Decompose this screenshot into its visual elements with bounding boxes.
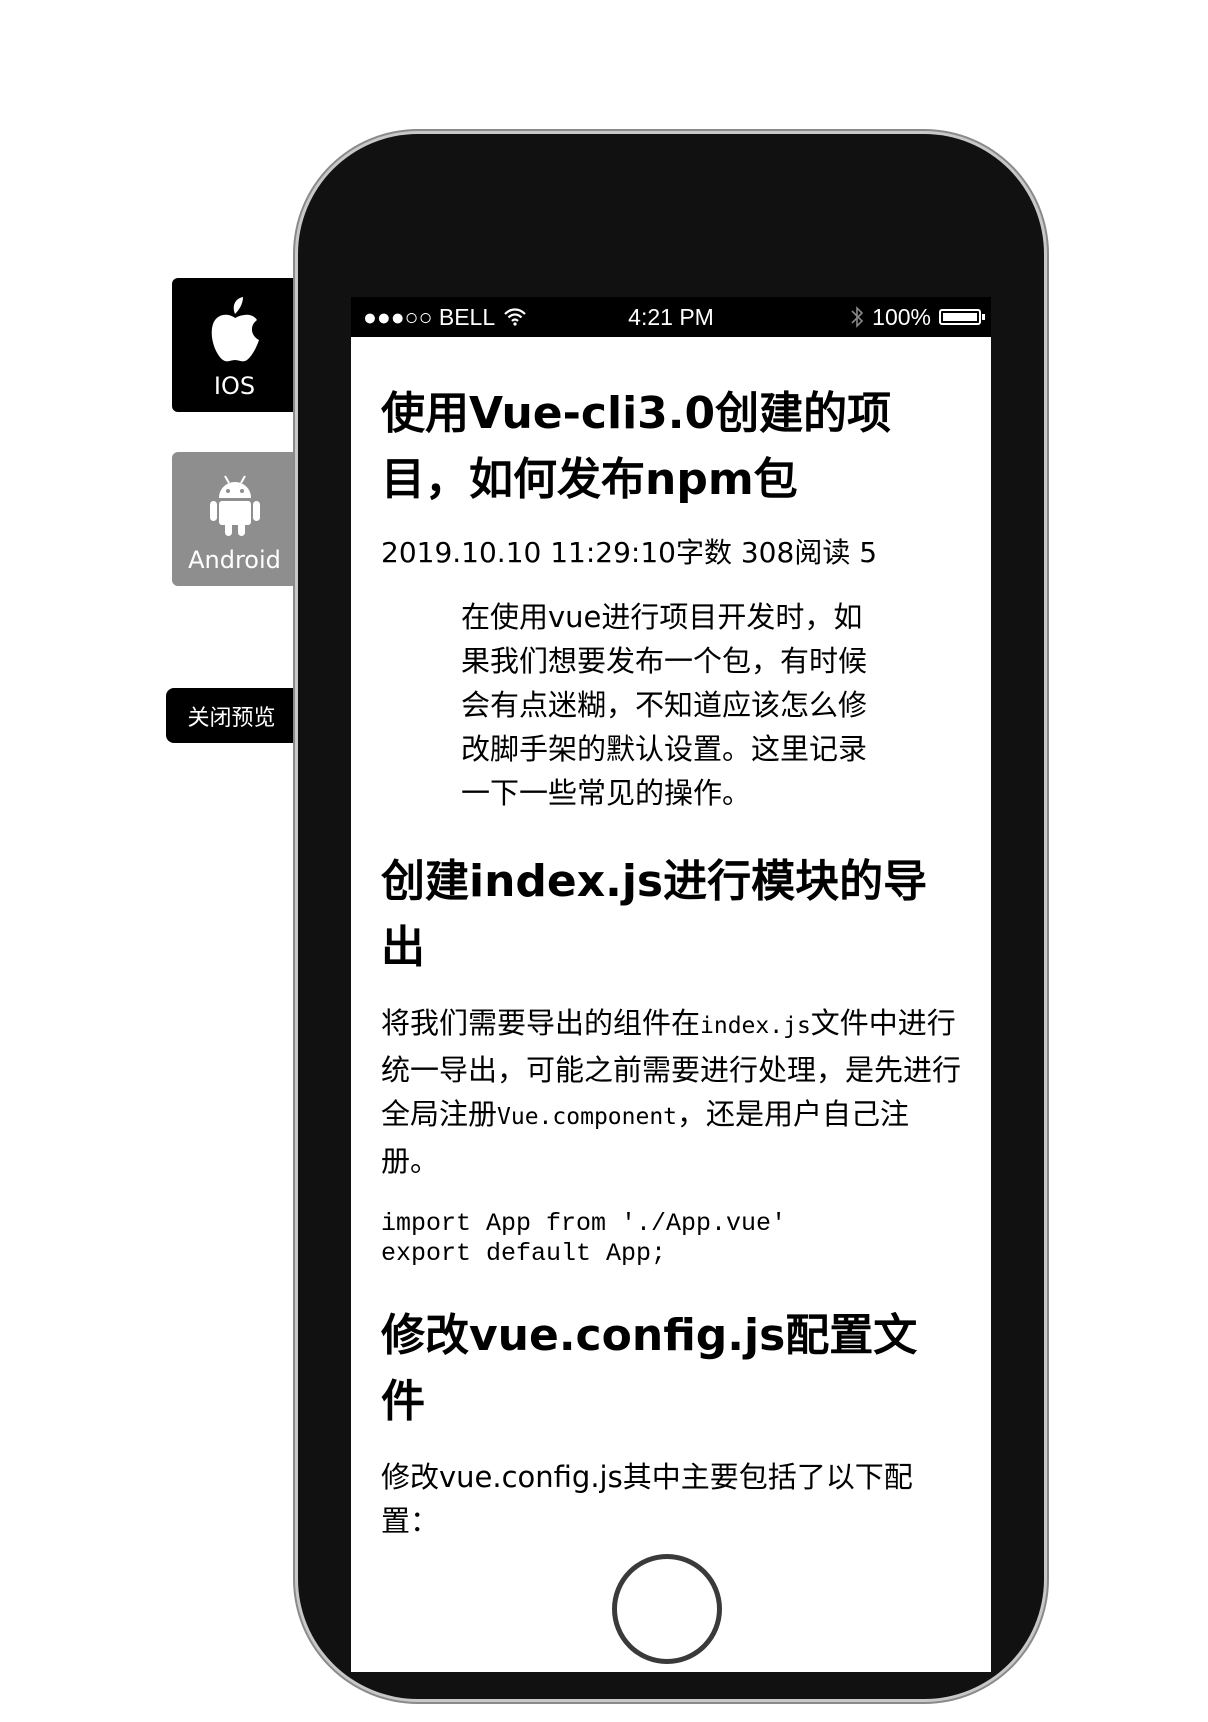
section-paragraph: 将我们需要导出的组件在index.js文件中进行统一导出，可能之前需要进行处理，…: [381, 1001, 961, 1183]
status-bar: ●●●○○ BELL 4:21 PM 100%: [351, 297, 991, 337]
inline-code-vue-component: Vue.component: [497, 1104, 678, 1130]
carrier-signal: ●●●○○ BELL: [363, 303, 496, 330]
phone-screen[interactable]: ●●●○○ BELL 4:21 PM 100% 使用Vue-cli3.0创建的项…: [351, 297, 991, 1672]
close-preview-label: 关闭预览: [187, 705, 276, 731]
section-paragraph-partial: 修改vue.config.js其中主要包括了以下配置：: [381, 1460, 913, 1538]
article-meta: 2019.10.10 11:29:10字数 308阅读 5: [381, 536, 878, 569]
battery-percent: 100%: [872, 303, 931, 330]
article-intro-quote: 在使用vue进行项目开发时，如果我们想要发布一个包，有时候会有点迷糊，不知道应该…: [461, 600, 868, 810]
android-preview-button[interactable]: Android: [172, 452, 297, 586]
close-preview-button[interactable]: 关闭预览: [166, 688, 297, 743]
section-heading-vue-config: 修改vue.config.js配置文件: [381, 1310, 918, 1427]
code-block: import App from './App.vue' export defau…: [381, 1209, 787, 1268]
ios-preview-button[interactable]: IOS: [172, 278, 297, 412]
wifi-icon: [504, 308, 526, 326]
section-heading-index-js: 创建index.js进行模块的导出: [381, 856, 928, 973]
apple-icon: [211, 297, 259, 362]
article-title: 使用Vue-cli3.0创建的项目，如何发布npm包: [381, 388, 892, 505]
article: 使用Vue-cli3.0创建的项目，如何发布npm包 2019.10.10 11…: [351, 337, 991, 1543]
ios-label: IOS: [213, 372, 256, 400]
paragraph-text-a: 将我们需要导出的组件在: [381, 1006, 701, 1040]
inline-code-index-js: index.js: [700, 1013, 811, 1039]
phone-frame: ●●●○○ BELL 4:21 PM 100% 使用Vue-cli3.0创建的项…: [298, 134, 1044, 1699]
android-label: Android: [188, 546, 281, 574]
android-icon: [209, 475, 260, 536]
home-button[interactable]: [612, 1554, 722, 1664]
bluetooth-icon: [851, 306, 864, 328]
battery-icon: [939, 309, 985, 325]
